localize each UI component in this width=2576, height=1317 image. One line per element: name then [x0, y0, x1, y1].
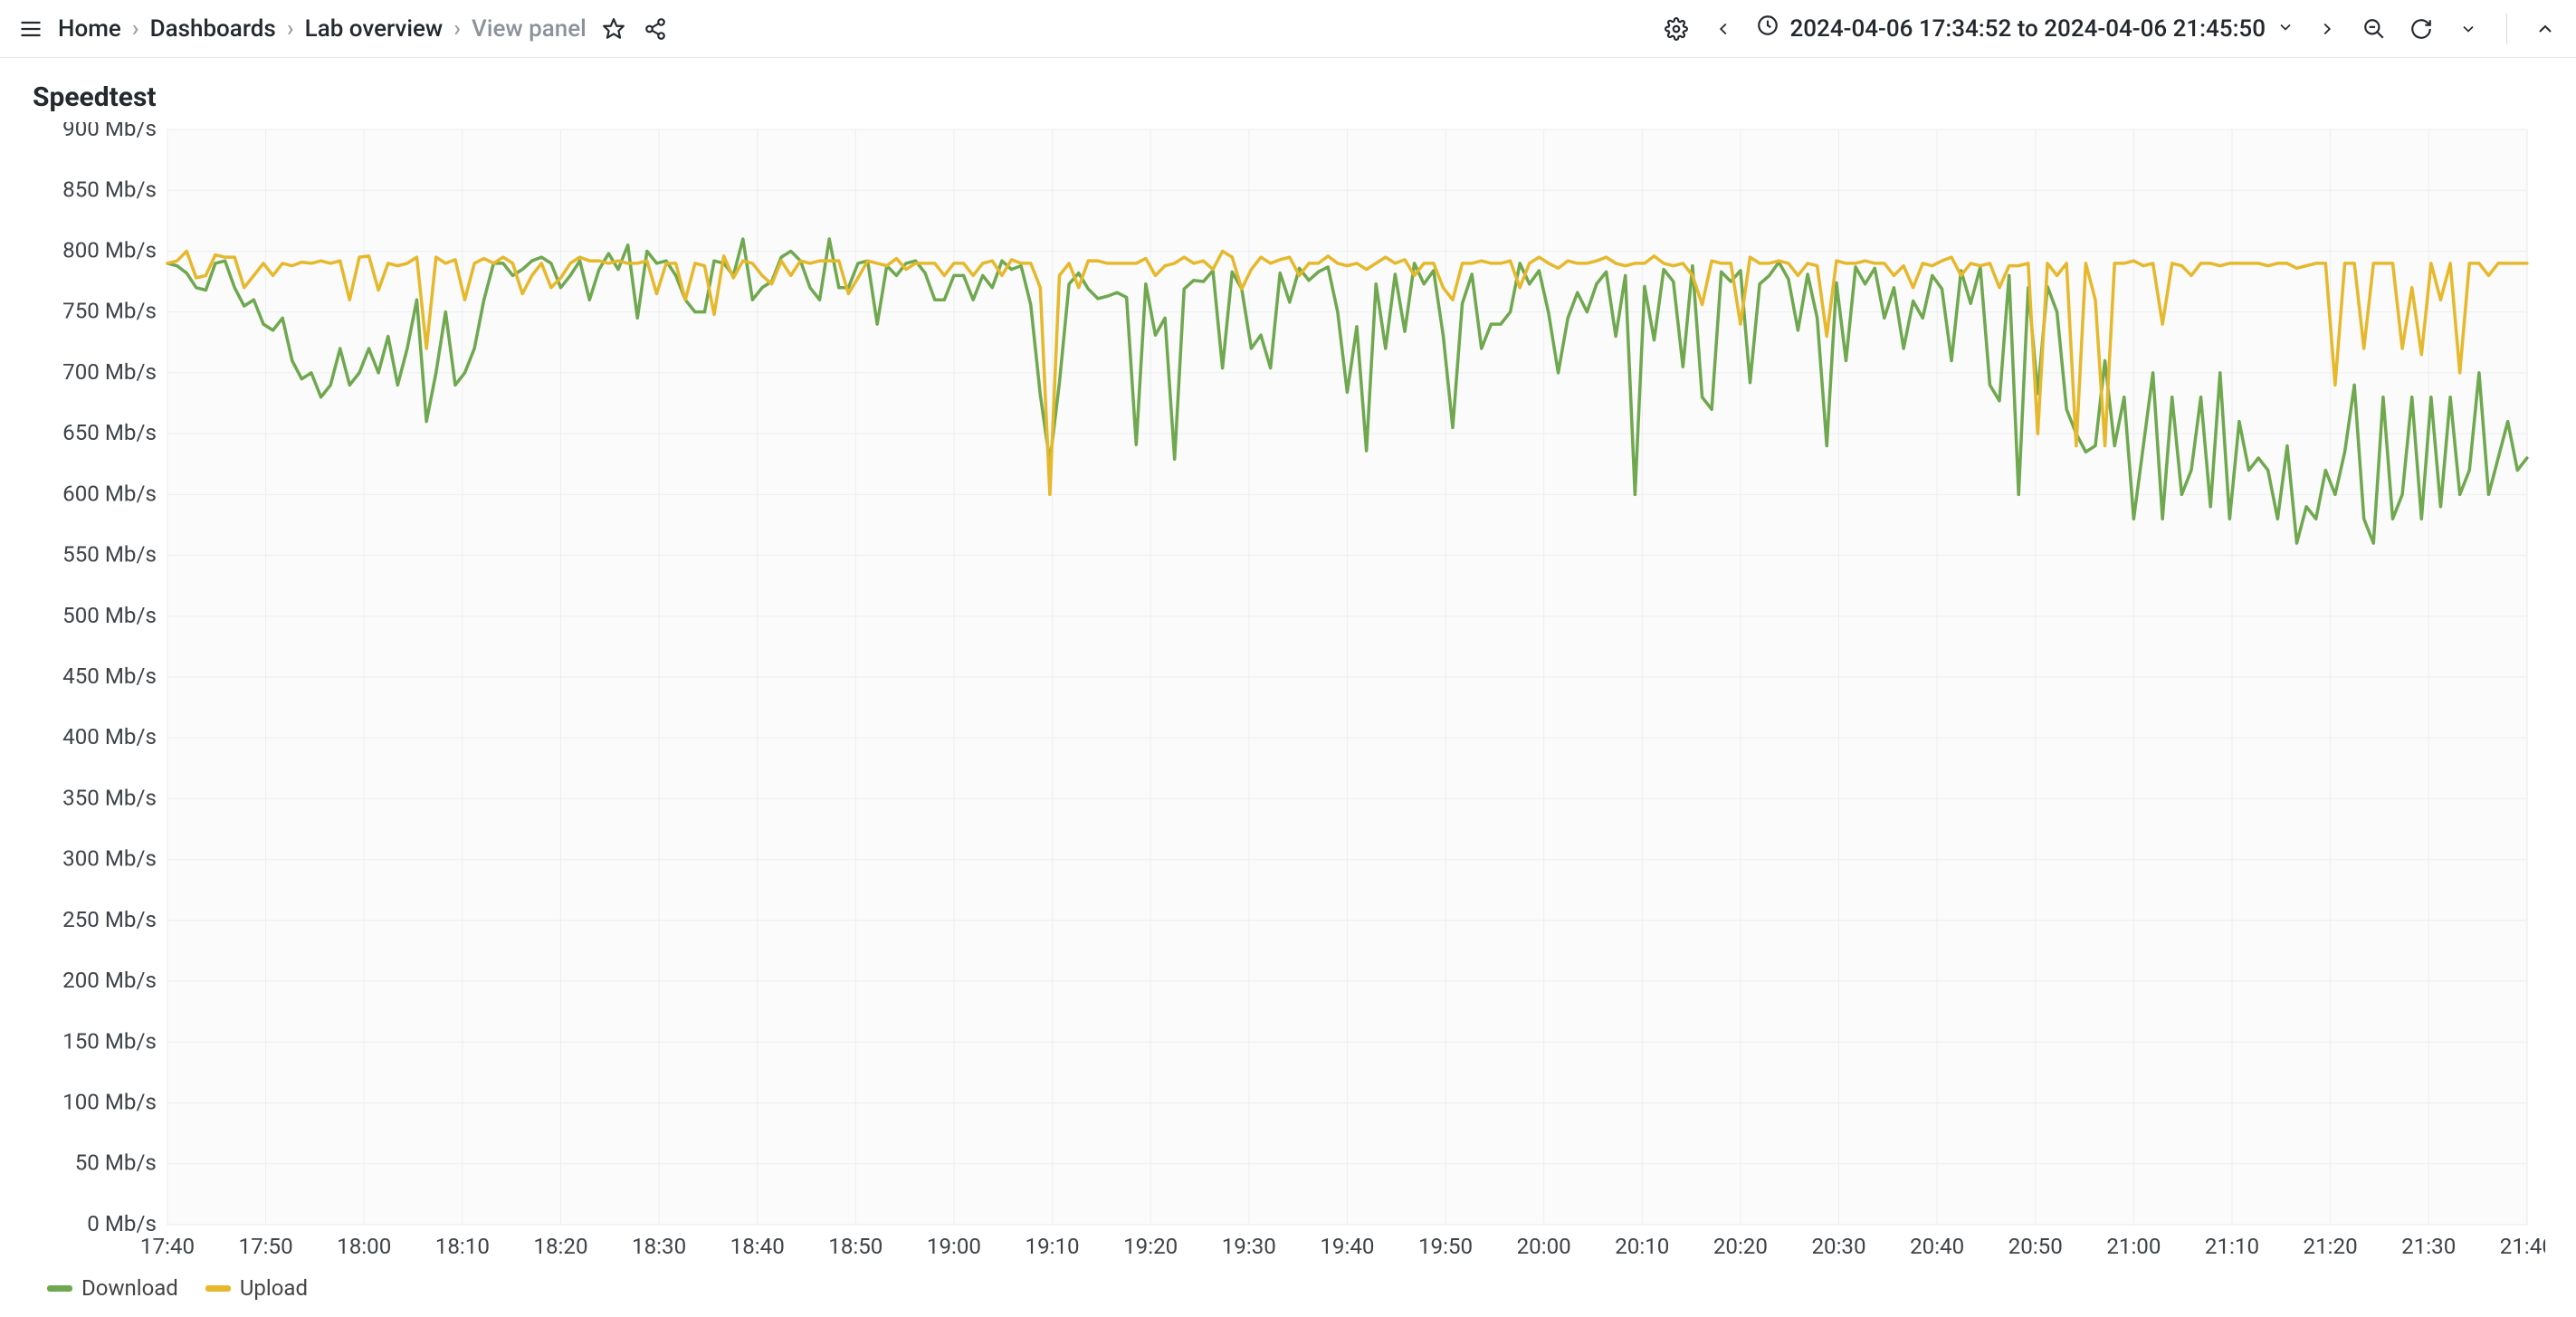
svg-text:19:40: 19:40 — [1320, 1234, 1374, 1259]
menu-icon[interactable] — [16, 14, 45, 43]
svg-text:20:40: 20:40 — [1910, 1234, 1964, 1259]
chevron-right-icon: › — [287, 15, 294, 43]
time-prev-icon[interactable] — [1709, 14, 1738, 43]
svg-text:900 Mb/s: 900 Mb/s — [62, 122, 157, 141]
svg-text:500 Mb/s: 500 Mb/s — [62, 603, 157, 628]
svg-text:200 Mb/s: 200 Mb/s — [62, 968, 157, 993]
svg-text:19:20: 19:20 — [1123, 1234, 1178, 1259]
svg-text:20:20: 20:20 — [1713, 1234, 1768, 1259]
svg-text:18:10: 18:10 — [435, 1234, 490, 1259]
topbar: Home › Dashboards › Lab overview › View … — [0, 0, 2576, 58]
svg-text:100 Mb/s: 100 Mb/s — [62, 1089, 157, 1114]
breadcrumb-home[interactable]: Home — [58, 15, 121, 43]
svg-text:18:50: 18:50 — [828, 1234, 883, 1259]
chevron-right-icon: › — [132, 15, 139, 43]
speedtest-chart[interactable]: 0 Mb/s 50 Mb/s 100 Mb/s 150 Mb/s 200 Mb/s 250… — [31, 122, 2545, 1270]
svg-text:20:10: 20:10 — [1615, 1234, 1669, 1259]
topbar-left: Home › Dashboards › Lab overview › View … — [16, 14, 670, 43]
svg-text:300 Mb/s: 300 Mb/s — [62, 846, 157, 872]
svg-text:350 Mb/s: 350 Mb/s — [62, 785, 157, 810]
svg-text:250 Mb/s: 250 Mb/s — [62, 907, 157, 932]
svg-text:700 Mb/s: 700 Mb/s — [62, 359, 157, 385]
legend-swatch-upload — [205, 1285, 231, 1292]
svg-text:550 Mb/s: 550 Mb/s — [62, 542, 157, 568]
svg-text:19:10: 19:10 — [1026, 1234, 1080, 1259]
refresh-interval-dropdown[interactable] — [2454, 14, 2483, 43]
svg-text:0 Mb/s: 0 Mb/s — [87, 1211, 157, 1236]
refresh-icon[interactable] — [2407, 14, 2436, 43]
svg-text:150 Mb/s: 150 Mb/s — [62, 1028, 157, 1054]
svg-text:18:40: 18:40 — [730, 1234, 785, 1259]
svg-text:18:00: 18:00 — [337, 1234, 391, 1259]
svg-text:800 Mb/s: 800 Mb/s — [62, 238, 157, 263]
breadcrumb-view-panel: View panel — [472, 15, 587, 43]
svg-text:17:50: 17:50 — [239, 1234, 293, 1259]
chevron-right-icon: › — [453, 15, 461, 43]
svg-text:17:40: 17:40 — [140, 1234, 195, 1259]
topbar-right: 2024-04-06 17:34:52 to 2024-04-06 21:45:… — [1662, 14, 2561, 44]
collapse-icon[interactable] — [2531, 14, 2560, 43]
svg-text:750 Mb/s: 750 Mb/s — [62, 299, 157, 324]
share-icon[interactable] — [641, 14, 670, 43]
breadcrumb-dashboards[interactable]: Dashboards — [150, 15, 276, 43]
time-range-picker[interactable]: 2024-04-06 17:34:52 to 2024-04-06 21:45:… — [1756, 14, 2295, 43]
svg-text:18:30: 18:30 — [632, 1234, 686, 1259]
svg-text:21:10: 21:10 — [2205, 1234, 2259, 1259]
svg-text:19:00: 19:00 — [927, 1234, 981, 1259]
legend-download[interactable]: Download — [47, 1275, 178, 1301]
svg-text:21:20: 21:20 — [2304, 1234, 2358, 1259]
zoom-out-icon[interactable] — [2360, 14, 2389, 43]
legend-label-download: Download — [81, 1275, 178, 1301]
svg-text:400 Mb/s: 400 Mb/s — [62, 724, 157, 749]
legend-swatch-download — [47, 1285, 72, 1292]
chart-legend: Download Upload — [47, 1275, 2545, 1301]
svg-text:19:50: 19:50 — [1418, 1234, 1473, 1259]
breadcrumb: Home › Dashboards › Lab overview › View … — [58, 15, 587, 43]
breadcrumb-lab-overview[interactable]: Lab overview — [305, 15, 444, 43]
chevron-down-icon — [2276, 15, 2295, 43]
time-range-label: 2024-04-06 17:34:52 to 2024-04-06 21:45:… — [1790, 15, 2266, 43]
legend-upload[interactable]: Upload — [205, 1275, 308, 1301]
svg-text:20:30: 20:30 — [1811, 1234, 1865, 1259]
svg-text:21:00: 21:00 — [2106, 1234, 2161, 1259]
svg-text:50 Mb/s: 50 Mb/s — [75, 1150, 157, 1176]
svg-text:850 Mb/s: 850 Mb/s — [62, 177, 157, 202]
panel-title: Speedtest — [33, 81, 2545, 113]
page-body: Speedtest 0 Mb/s 50 Mb/s 100 Mb/s 150 Mb/s 2… — [0, 58, 2576, 1317]
time-next-icon[interactable] — [2313, 14, 2342, 43]
svg-text:20:50: 20:50 — [2008, 1234, 2063, 1259]
star-icon[interactable] — [599, 14, 628, 43]
svg-text:19:30: 19:30 — [1222, 1234, 1276, 1259]
svg-text:650 Mb/s: 650 Mb/s — [62, 420, 157, 445]
chart-container: 0 Mb/s 50 Mb/s 100 Mb/s 150 Mb/s 200 Mb/s 250… — [31, 122, 2545, 1270]
svg-text:18:20: 18:20 — [533, 1234, 587, 1259]
divider — [2506, 14, 2507, 44]
settings-icon[interactable] — [1662, 14, 1691, 43]
legend-label-upload: Upload — [240, 1275, 308, 1301]
svg-text:600 Mb/s: 600 Mb/s — [62, 481, 157, 506]
svg-text:20:00: 20:00 — [1517, 1234, 1571, 1259]
svg-text:21:40: 21:40 — [2500, 1234, 2545, 1259]
svg-text:21:30: 21:30 — [2401, 1234, 2456, 1259]
clock-icon — [1756, 14, 1779, 43]
svg-text:450 Mb/s: 450 Mb/s — [62, 663, 157, 689]
